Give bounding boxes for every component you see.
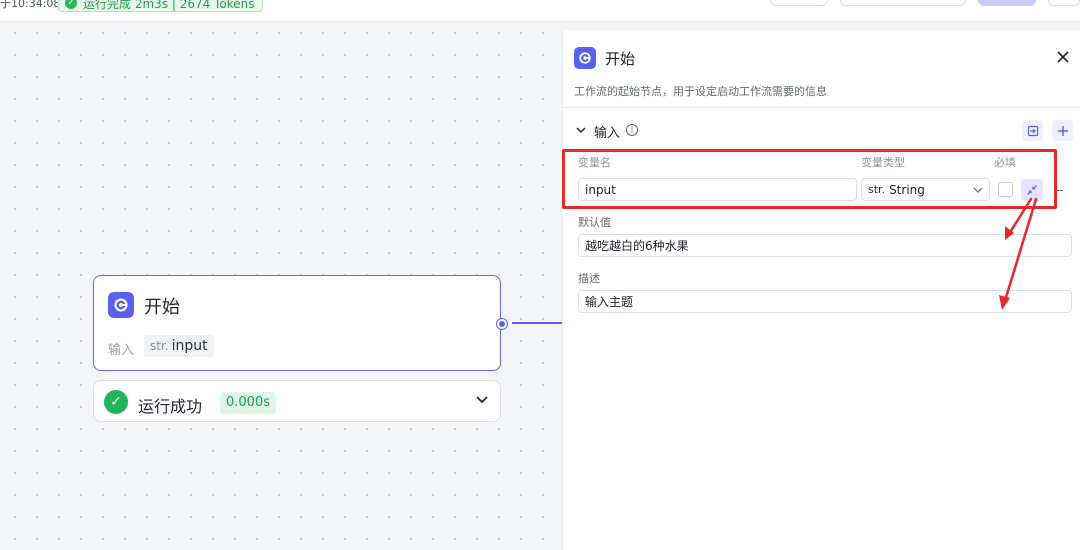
info-icon[interactable]: i	[626, 124, 638, 136]
description-label: 描述	[578, 272, 600, 285]
panel-description: 工作流的起始节点，用于设定启动工作流需要的信息	[574, 85, 827, 98]
success-icon: ✓	[104, 390, 128, 414]
variable-type-select[interactable]: str. String	[861, 178, 990, 201]
run-status-text: 运行完成 2m3s | 2674 Tokens	[83, 0, 255, 11]
input-section-title[interactable]: 输入	[594, 122, 620, 141]
run-result-text: 运行成功	[138, 397, 203, 416]
import-button[interactable]	[1022, 120, 1043, 141]
chevron-down-icon	[973, 187, 983, 193]
default-value-text: 越吃越白的6种水果	[585, 239, 689, 253]
variable-name-value: input	[585, 182, 616, 197]
remove-variable-button[interactable]	[1056, 190, 1063, 191]
panel-title: 开始	[605, 50, 636, 68]
column-header-required: 必填	[994, 156, 1016, 169]
check-icon: ✓	[65, 0, 77, 9]
node-input-label: 输入	[108, 343, 135, 358]
default-value-label: 默认值	[578, 216, 611, 229]
type-prefix: str.	[868, 183, 886, 196]
output-port[interactable]	[497, 319, 507, 329]
plus-icon	[1057, 125, 1068, 136]
toolbar-button[interactable]	[770, 0, 828, 6]
node-title: 开始	[144, 297, 180, 318]
toolbar-button[interactable]	[840, 0, 966, 6]
collapse-icon	[1027, 185, 1037, 195]
run-duration-badge: 0.000s	[220, 392, 276, 414]
variable-type-value: String	[889, 182, 925, 197]
start-icon	[574, 47, 596, 69]
start-node[interactable]: 开始 输入 str. input	[93, 275, 501, 371]
chevron-down-icon[interactable]	[575, 124, 587, 136]
default-value-input[interactable]: 越吃越白的6种水果	[578, 234, 1072, 257]
run-status-badge[interactable]: ✓ 运行完成 2m3s | 2674 Tokens	[58, 0, 264, 12]
column-header-name: 变量名	[578, 156, 611, 169]
run-result-bar[interactable]: ✓ 运行成功 0.000s	[93, 380, 501, 422]
connection-edge[interactable]	[512, 322, 562, 324]
publish-button[interactable]	[978, 0, 1036, 6]
node-settings-panel: 开始 工作流的起始节点，用于设定启动工作流需要的信息 输入 i 变量名 变量类型…	[562, 30, 1080, 550]
chevron-down-icon[interactable]	[472, 389, 492, 409]
start-icon	[108, 292, 134, 318]
top-bar: 于10:34:08 ✓ 运行完成 2m3s | 2674 Tokens	[0, 0, 1080, 22]
description-input[interactable]: 输入主题	[578, 290, 1072, 313]
variable-name-input[interactable]: input	[578, 178, 857, 201]
run-time-text: 于10:34:08	[0, 0, 61, 10]
description-text: 输入主题	[585, 295, 634, 309]
close-icon[interactable]	[1053, 47, 1073, 67]
import-icon	[1027, 125, 1038, 136]
collapse-button[interactable]	[1021, 179, 1043, 201]
node-variable-tag: str. input	[144, 335, 214, 357]
toolbar-button[interactable]	[1048, 0, 1080, 6]
variable-name: input	[171, 338, 208, 354]
column-header-type: 变量类型	[861, 156, 905, 169]
required-checkbox[interactable]	[998, 182, 1013, 197]
divider	[563, 107, 1080, 108]
variable-type-prefix: str.	[150, 339, 169, 353]
add-variable-button[interactable]	[1052, 120, 1073, 141]
